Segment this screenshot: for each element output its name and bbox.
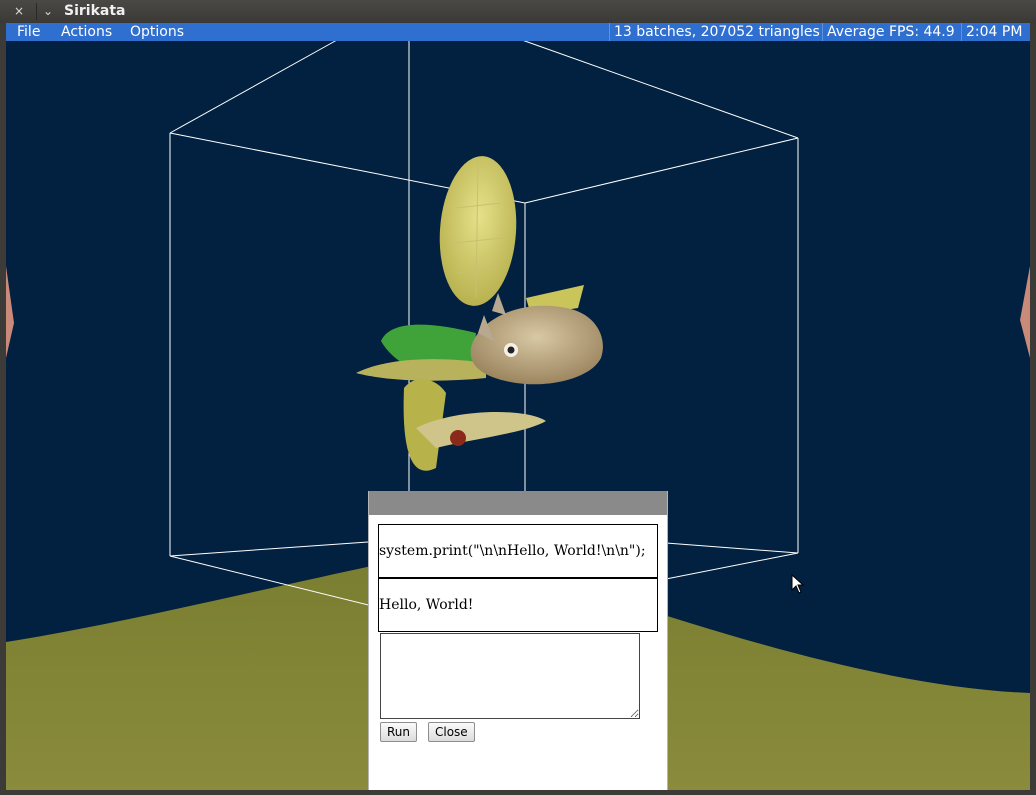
fps-counter: Average FPS: 44.9 — [822, 23, 959, 41]
left-edge-marker — [6, 266, 14, 358]
right-edge-marker — [1020, 266, 1030, 358]
mouse-pointer-icon — [791, 574, 805, 594]
console-titlebar[interactable] — [369, 491, 667, 515]
console-output: Hello, World! — [378, 578, 658, 632]
clock: 2:04 PM — [961, 23, 1026, 41]
window-menu-button[interactable]: ⌄ — [36, 3, 59, 20]
menu-actions[interactable]: Actions — [55, 23, 118, 41]
menu-options[interactable]: Options — [124, 23, 190, 41]
script-input[interactable] — [380, 633, 640, 719]
window-titlebar: × ⌄ Sirikata — [0, 0, 1036, 23]
close-button[interactable]: Close — [428, 722, 475, 742]
run-button[interactable]: Run — [380, 722, 418, 742]
window-close-button[interactable]: × — [8, 3, 30, 20]
window-title: Sirikata — [64, 3, 126, 19]
3d-viewport[interactable]: File Actions Options 13 batches, 207052 … — [6, 23, 1030, 790]
menu-bar: File Actions Options 13 batches, 207052 … — [6, 23, 1030, 41]
executed-code-line: system.print("\n\nHello, World!\n\n"); — [378, 524, 658, 578]
render-stats: 13 batches, 207052 triangles — [609, 23, 824, 41]
creature-model[interactable] — [356, 154, 603, 471]
menu-file[interactable]: File — [11, 23, 46, 41]
scripting-console-panel: system.print("\n\nHello, World!\n\n"); H… — [368, 491, 668, 790]
